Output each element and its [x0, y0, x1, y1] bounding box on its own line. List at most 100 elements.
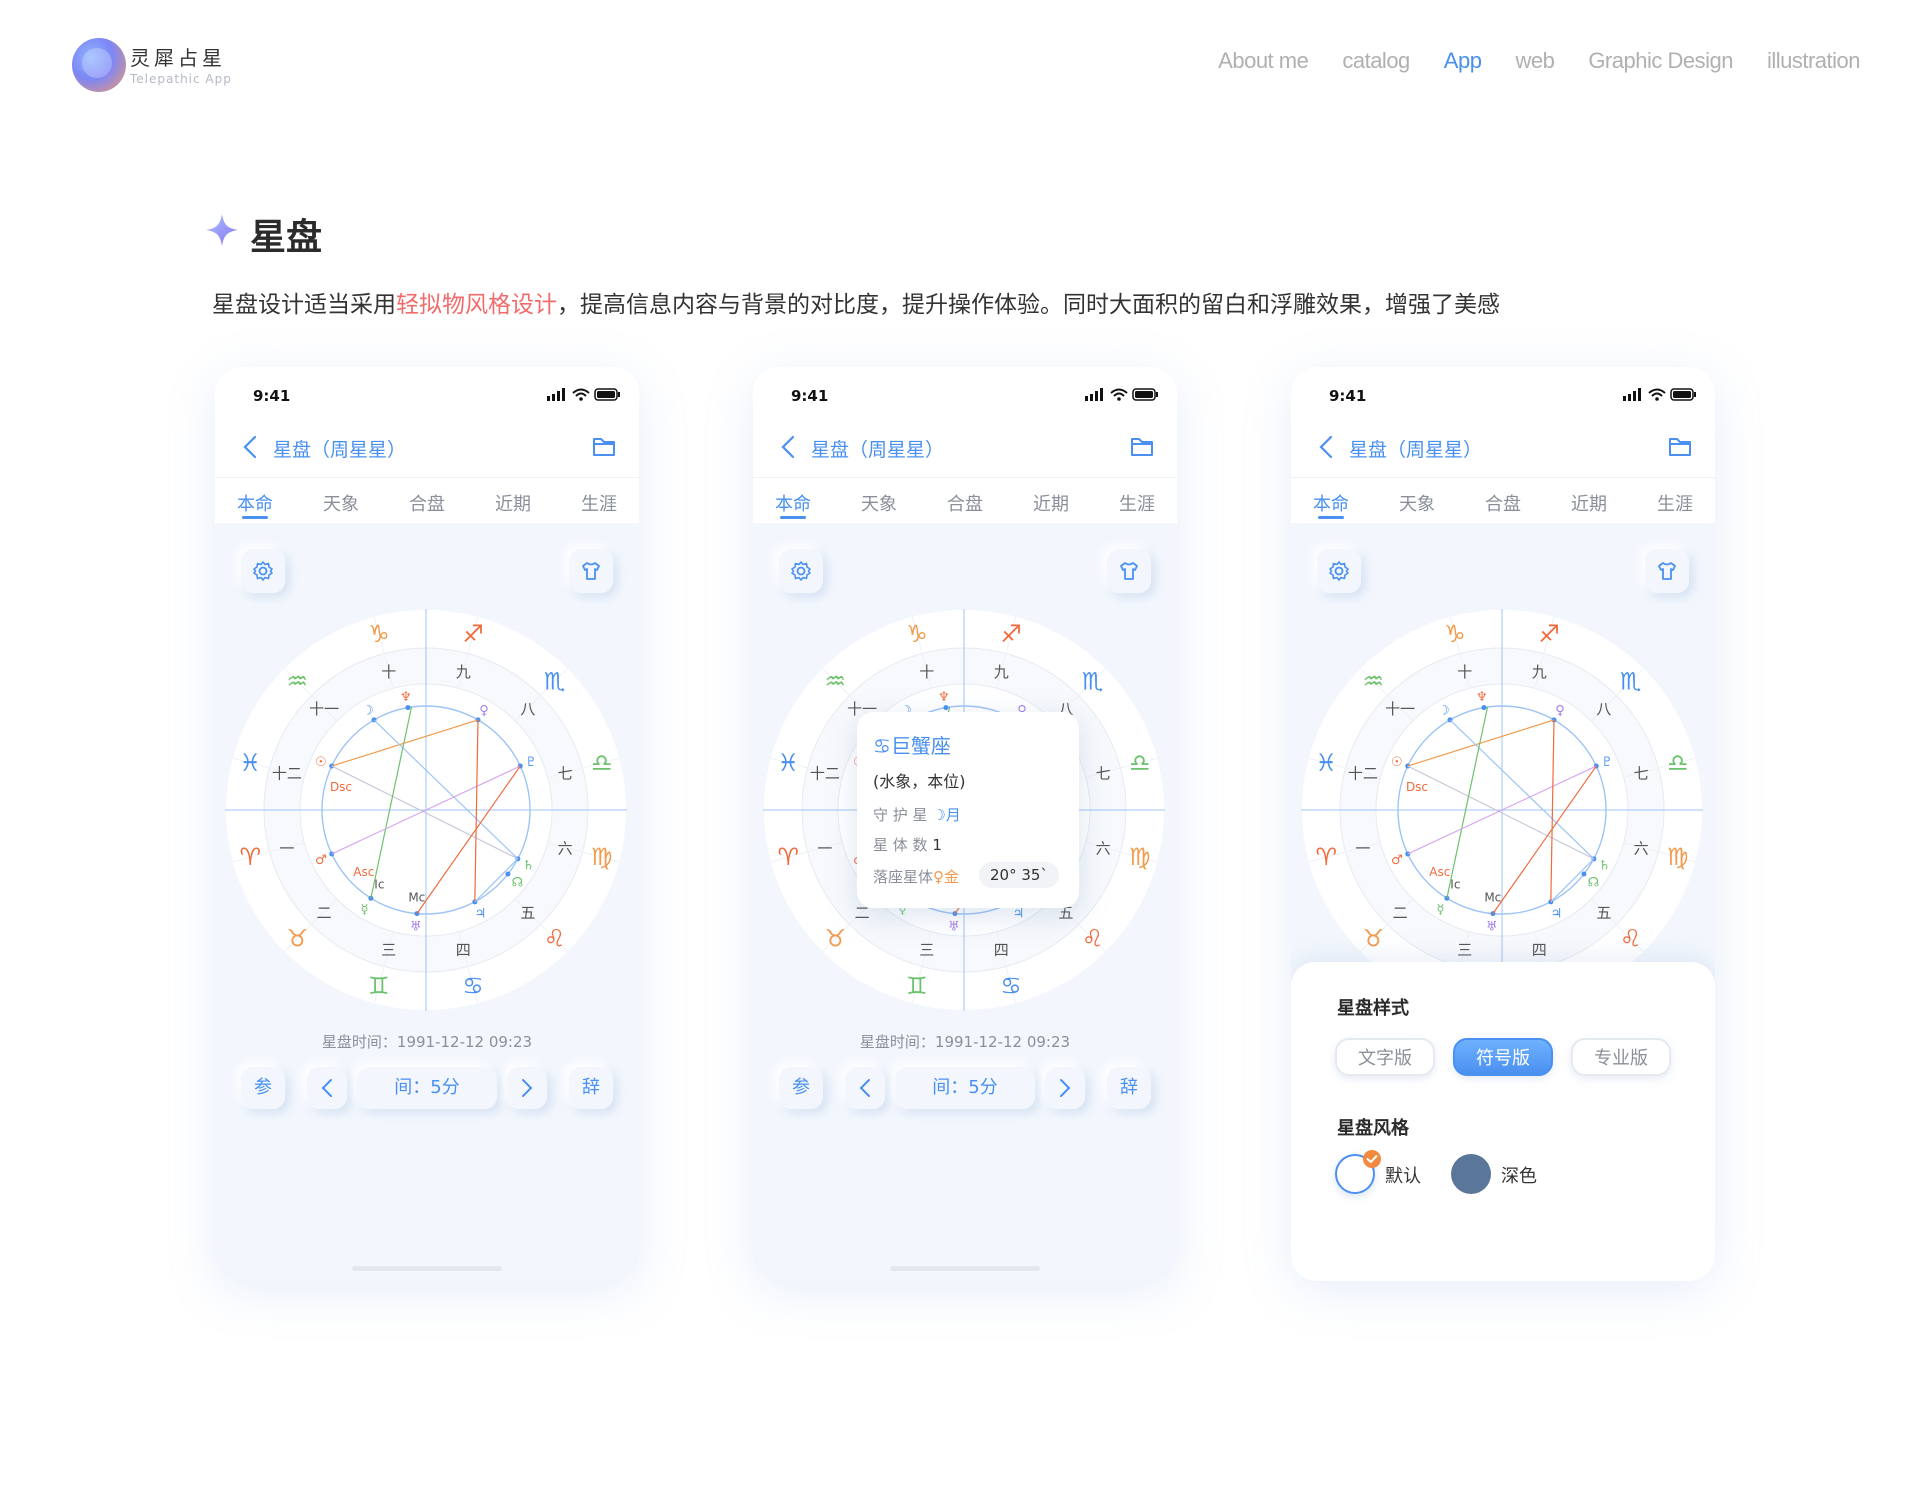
tab-transit[interactable]: 天象	[323, 490, 359, 516]
angle-label-ic: Ic	[374, 878, 384, 892]
tab-natal[interactable]: 本命	[237, 490, 273, 516]
astro-chart-wheel[interactable]: ♈♉♊♋♌♍♎♏♐♑♒♓一二三四五六七八九十十一十二☉☽☿♀♂♃♄♅♆♇☊Asc…	[1301, 609, 1703, 1011]
planet-glyph: ♃	[1551, 906, 1563, 921]
resign-button[interactable]: 辞	[569, 1067, 613, 1109]
section-description: 星盘设计适当采用轻拟物风格设计，提高信息内容与背景的对比度，提升操作体验。同时大…	[212, 285, 1500, 319]
folder-icon[interactable]	[591, 435, 617, 459]
tab-career[interactable]: 生涯	[1119, 490, 1155, 516]
tab-recent[interactable]: 近期	[1571, 490, 1607, 516]
zodiac-sign-glyph: ♎	[1129, 749, 1151, 777]
zodiac-sign-glyph: ♏	[544, 667, 566, 695]
home-indicator	[352, 1266, 502, 1271]
tab-natal[interactable]: 本命	[1313, 490, 1349, 516]
back-arrow-icon[interactable]	[1319, 435, 1333, 459]
angle-label-mc: Mc	[408, 891, 425, 905]
chart-owner-title: 星盘（周星星）	[1349, 439, 1483, 461]
nav-app[interactable]: App	[1444, 48, 1482, 74]
tab-career[interactable]: 生涯	[1657, 490, 1693, 516]
active-tab-indicator	[1318, 516, 1344, 519]
style-option-text[interactable]: 文字版	[1335, 1038, 1435, 1076]
planet-label: 落座星体	[873, 868, 934, 886]
planet-glyph: ♂	[1391, 853, 1403, 868]
nav-catalog[interactable]: catalog	[1342, 48, 1410, 74]
settings-button[interactable]	[1317, 549, 1361, 593]
angle-label-dsc: Dsc	[330, 780, 352, 794]
house-numeral: 七	[1096, 765, 1111, 783]
planet-glyph: ☊	[1588, 875, 1600, 890]
sparkle-icon	[206, 214, 238, 246]
section-title: 星盘	[250, 217, 323, 258]
gear-icon	[253, 561, 273, 581]
tab-synastry[interactable]: 合盘	[1485, 490, 1521, 516]
folder-icon[interactable]	[1667, 435, 1693, 459]
house-numeral: 八	[520, 700, 535, 718]
brand-logo[interactable]: 灵犀占星 Telepathic App	[72, 36, 242, 96]
planet-glyph: ☽	[362, 704, 374, 719]
tooltip-sign-name: 巨蟹座	[890, 734, 951, 758]
nav-about-me[interactable]: About me	[1218, 48, 1309, 74]
zodiac-sign-glyph: ♋	[1000, 972, 1022, 1000]
tab-natal[interactable]: 本命	[775, 490, 811, 516]
back-arrow-icon[interactable]	[243, 435, 257, 459]
planet-glyph: ♅	[410, 920, 422, 935]
planet-glyph: ♄	[1599, 858, 1611, 873]
tab-transit[interactable]: 天象	[1399, 490, 1435, 516]
theme-button[interactable]	[1645, 549, 1689, 593]
theme-button[interactable]	[1107, 549, 1151, 593]
style-option-pro[interactable]: 专业版	[1571, 1038, 1671, 1076]
title-bar: 星盘（周星星）	[753, 423, 1177, 471]
next-time-button[interactable]	[507, 1067, 547, 1109]
tab-synastry[interactable]: 合盘	[409, 490, 445, 516]
folder-icon[interactable]	[1129, 435, 1155, 459]
planet-point	[405, 705, 411, 711]
tab-career[interactable]: 生涯	[581, 490, 617, 516]
status-time: 9:41	[253, 387, 291, 405]
house-numeral: 十一	[309, 700, 339, 718]
planet-point	[943, 705, 949, 711]
house-numeral: 二	[317, 904, 332, 922]
consult-button[interactable]: 参	[779, 1067, 823, 1109]
nav-illustration[interactable]: illustration	[1767, 48, 1861, 74]
settings-button[interactable]	[779, 549, 823, 593]
nav-web[interactable]: web	[1515, 48, 1554, 74]
back-arrow-icon[interactable]	[781, 435, 795, 459]
planet-point	[505, 871, 511, 877]
tab-recent[interactable]: 近期	[495, 490, 531, 516]
next-time-button[interactable]	[1045, 1067, 1085, 1109]
house-numeral: 五	[1596, 904, 1611, 922]
zodiac-sign-glyph: ♏	[1620, 667, 1642, 695]
style-option-symbol[interactable]: 符号版	[1453, 1038, 1553, 1076]
house-numeral: 七	[558, 765, 573, 783]
tab-transit[interactable]: 天象	[861, 490, 897, 516]
tooltip-ruler-row: 守 护 星 ☽月	[873, 804, 961, 825]
zodiac-sign-glyph: ♐	[1000, 620, 1022, 648]
zodiac-sign-glyph: ♌	[544, 925, 566, 953]
tooltip-count-row: 星 体 数 1	[873, 834, 942, 855]
prev-time-button[interactable]	[845, 1067, 885, 1109]
logo-mark-icon	[72, 38, 126, 92]
brand-title: 灵犀占星	[130, 46, 226, 70]
gear-icon	[791, 561, 811, 581]
phone-header: 9:41 星盘（周星星） 本命 天象 合盘 近期 生涯	[753, 367, 1177, 523]
prev-time-button[interactable]	[307, 1067, 347, 1109]
tab-synastry[interactable]: 合盘	[947, 490, 983, 516]
status-icons	[1623, 388, 1696, 401]
shirt-icon	[1658, 562, 1676, 580]
planet-glyph: ♃	[1013, 906, 1025, 921]
settings-button[interactable]	[241, 549, 285, 593]
ruler-label: 守 护 星	[873, 806, 928, 824]
interval-selector[interactable]: 间：5分	[357, 1067, 497, 1109]
consult-button[interactable]: 参	[241, 1067, 285, 1109]
top-bar: 灵犀占星 Telepathic App About me catalog App…	[0, 0, 1920, 120]
tab-recent[interactable]: 近期	[1033, 490, 1069, 516]
zodiac-sign-glyph: ♊	[368, 972, 390, 1000]
nav-graphic-design[interactable]: Graphic Design	[1588, 48, 1733, 74]
zodiac-sign-glyph: ♋	[462, 972, 484, 1000]
resign-button[interactable]: 辞	[1107, 1067, 1151, 1109]
theme-button[interactable]	[569, 549, 613, 593]
interval-selector[interactable]: 间：5分	[895, 1067, 1035, 1109]
house-numeral: 十	[1457, 663, 1472, 681]
astro-chart-wheel[interactable]: ♈♉♊♋♌♍♎♏♐♑♒♓一二三四五六七八九十十一十二☉☽☿♀♂♃♄♅♆♇☊Asc…	[225, 609, 627, 1011]
house-numeral: 十二	[1348, 765, 1378, 783]
house-numeral: 七	[1634, 765, 1649, 783]
